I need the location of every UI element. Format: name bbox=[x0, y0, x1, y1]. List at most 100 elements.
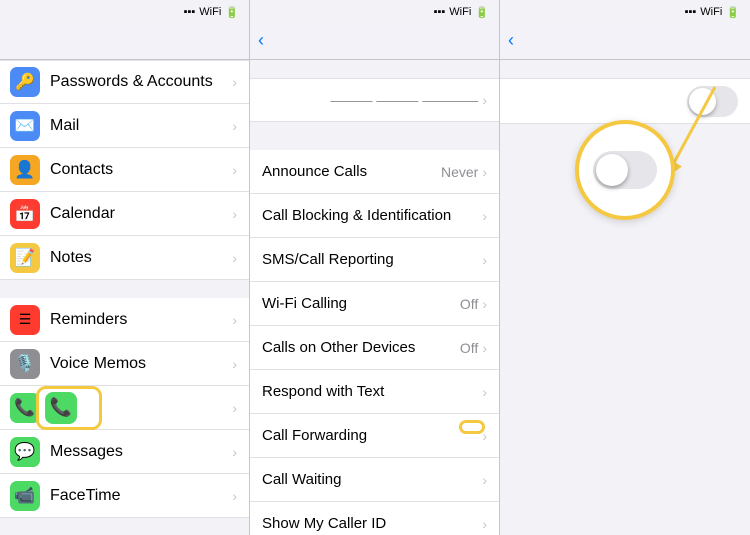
call-waiting-label: Call Waiting bbox=[262, 471, 482, 488]
facetime-label: FaceTime bbox=[50, 487, 232, 505]
notes-icon: 📝 bbox=[10, 243, 40, 273]
settings-gap-2 bbox=[0, 518, 249, 535]
calls-other-devices-label: Calls on Other Devices bbox=[262, 339, 460, 356]
phone-back-arrow: ‹ bbox=[258, 31, 264, 49]
notes-chevron: › bbox=[232, 250, 237, 266]
calls-other-devices-chevron: › bbox=[482, 340, 487, 356]
phone-highlight: 📞 bbox=[36, 386, 102, 430]
battery-icon: 🔋 bbox=[225, 6, 239, 19]
facetime-icon: 📹 bbox=[10, 481, 40, 511]
sidebar-item-contacts[interactable]: 👤 Contacts › bbox=[0, 148, 249, 192]
call-forwarding-highlight bbox=[459, 420, 485, 434]
call-blocking-row[interactable]: Call Blocking & Identification › bbox=[250, 194, 499, 238]
sidebar-item-reminders[interactable]: ☰ Reminders › bbox=[0, 298, 249, 342]
wifi-icon: WiFi bbox=[199, 6, 221, 18]
messages-label: Messages bbox=[50, 443, 232, 461]
messages-chevron: › bbox=[232, 444, 237, 460]
show-caller-id-row[interactable]: Show My Caller ID › bbox=[250, 502, 499, 535]
wifi-calling-row[interactable]: Wi-Fi Calling Off › bbox=[250, 282, 499, 326]
settings-gap-1 bbox=[0, 280, 249, 298]
calendar-chevron: › bbox=[232, 206, 237, 222]
reminders-icon: ☰ bbox=[10, 305, 40, 335]
show-caller-id-chevron: › bbox=[482, 516, 487, 532]
sidebar-item-calendar[interactable]: 📅 Calendar › bbox=[0, 192, 249, 236]
settings-status-bar: ▪▪▪ WiFi 🔋 bbox=[0, 0, 249, 22]
wifi-calling-chevron: › bbox=[482, 296, 487, 312]
phone-back-button[interactable]: ‹ bbox=[258, 32, 266, 49]
phone-gap-top bbox=[250, 60, 499, 78]
mail-icon: ✉️ bbox=[10, 111, 40, 141]
announce-calls-row[interactable]: Announce Calls Never › bbox=[250, 150, 499, 194]
calendar-label: Calendar bbox=[50, 205, 232, 223]
phone-status-bar: ▪▪▪ WiFi 🔋 bbox=[250, 0, 499, 22]
passwords-label: Passwords & Accounts bbox=[50, 73, 232, 91]
call-forwarding-row[interactable]: Call Forwarding › bbox=[250, 414, 499, 458]
respond-with-text-row[interactable]: Respond with Text › bbox=[250, 370, 499, 414]
voice-memos-label: Voice Memos bbox=[50, 355, 232, 373]
voice-memos-chevron: › bbox=[232, 356, 237, 372]
wifi-calling-label: Wi-Fi Calling bbox=[262, 295, 460, 312]
sms-reporting-chevron: › bbox=[482, 252, 487, 268]
announce-calls-value: Never bbox=[441, 164, 478, 180]
calls-other-devices-value: Off bbox=[460, 340, 478, 356]
magnified-toggle-area bbox=[575, 120, 675, 220]
call-waiting-row[interactable]: Call Waiting › bbox=[250, 458, 499, 502]
sidebar-item-phone[interactable]: 📞 Phone › 📞 bbox=[0, 386, 249, 430]
sidebar-item-messages[interactable]: 💬 Messages › bbox=[0, 430, 249, 474]
my-number-chevron: › bbox=[482, 92, 487, 108]
phone-nav-bar: ‹ bbox=[250, 22, 499, 60]
settings-status-icons: ▪▪▪ WiFi 🔋 bbox=[184, 6, 239, 19]
phone-panel: ▪▪▪ WiFi 🔋 ‹ ——— ——— ———— › Announce Cal… bbox=[250, 0, 500, 535]
phone-settings-list: ——— ——— ———— › Announce Calls Never › Ca… bbox=[250, 60, 499, 535]
mail-chevron: › bbox=[232, 118, 237, 134]
contacts-icon: 👤 bbox=[10, 155, 40, 185]
settings-panel: ▪▪▪ WiFi 🔋 🔑 Passwords & Accounts › ✉️ M… bbox=[0, 0, 250, 535]
sidebar-item-passwords[interactable]: 🔑 Passwords & Accounts › bbox=[0, 60, 249, 104]
cf-wifi-icon: WiFi bbox=[700, 6, 722, 18]
call-forwarding-panel: ▪▪▪ WiFi 🔋 ‹ bbox=[500, 0, 750, 535]
cf-battery-icon: 🔋 bbox=[726, 6, 740, 19]
cf-toggle-switch[interactable] bbox=[687, 86, 738, 117]
call-blocking-label: Call Blocking & Identification bbox=[262, 207, 482, 224]
sms-reporting-label: SMS/Call Reporting bbox=[262, 251, 482, 268]
cf-status-bar: ▪▪▪ WiFi 🔋 bbox=[500, 0, 750, 22]
phone-chevron: › bbox=[232, 400, 237, 416]
contacts-label: Contacts bbox=[50, 161, 232, 179]
phone-signal-icon: ▪▪▪ bbox=[434, 6, 446, 18]
show-caller-id-label: Show My Caller ID bbox=[262, 515, 482, 532]
cf-back-button[interactable]: ‹ bbox=[508, 32, 516, 49]
calendar-icon: 📅 bbox=[10, 199, 40, 229]
reminders-label: Reminders bbox=[50, 311, 232, 329]
calls-other-devices-row[interactable]: Calls on Other Devices Off › bbox=[250, 326, 499, 370]
call-blocking-chevron: › bbox=[482, 208, 487, 224]
my-number-row[interactable]: ——— ——— ———— › bbox=[250, 78, 499, 122]
cf-back-arrow: ‹ bbox=[508, 31, 514, 49]
voice-memos-icon: 🎙️ bbox=[10, 349, 40, 379]
cf-toggle-section bbox=[500, 78, 750, 124]
sidebar-item-voice-memos[interactable]: 🎙️ Voice Memos › bbox=[0, 342, 249, 386]
call-waiting-chevron: › bbox=[482, 472, 487, 488]
phone-highlight-icon: 📞 bbox=[45, 392, 77, 424]
reminders-chevron: › bbox=[232, 312, 237, 328]
cf-signal-icon: ▪▪▪ bbox=[685, 6, 697, 18]
phone-battery-icon: 🔋 bbox=[475, 6, 489, 19]
sidebar-item-mail[interactable]: ✉️ Mail › bbox=[0, 104, 249, 148]
sidebar-item-facetime[interactable]: 📹 FaceTime › bbox=[0, 474, 249, 518]
sidebar-item-notes[interactable]: 📝 Notes › bbox=[0, 236, 249, 280]
respond-with-text-chevron: › bbox=[482, 384, 487, 400]
respond-with-text-label: Respond with Text bbox=[262, 383, 482, 400]
call-forwarding-label: Call Forwarding bbox=[262, 427, 482, 444]
signal-icon: ▪▪▪ bbox=[184, 6, 196, 18]
my-number-value: ——— ——— ———— bbox=[331, 92, 479, 108]
mail-label: Mail bbox=[50, 117, 232, 135]
magnified-knob bbox=[596, 154, 628, 186]
magnified-toggle bbox=[593, 151, 657, 189]
settings-nav-bar bbox=[0, 22, 249, 60]
wifi-calling-value: Off bbox=[460, 296, 478, 312]
contacts-chevron: › bbox=[232, 162, 237, 178]
passwords-icon: 🔑 bbox=[10, 67, 40, 97]
sms-reporting-row[interactable]: SMS/Call Reporting › bbox=[250, 238, 499, 282]
phone-status-icons: ▪▪▪ WiFi 🔋 bbox=[434, 6, 489, 19]
cf-toggle-knob bbox=[689, 88, 716, 115]
cf-toggle-row bbox=[500, 79, 750, 123]
